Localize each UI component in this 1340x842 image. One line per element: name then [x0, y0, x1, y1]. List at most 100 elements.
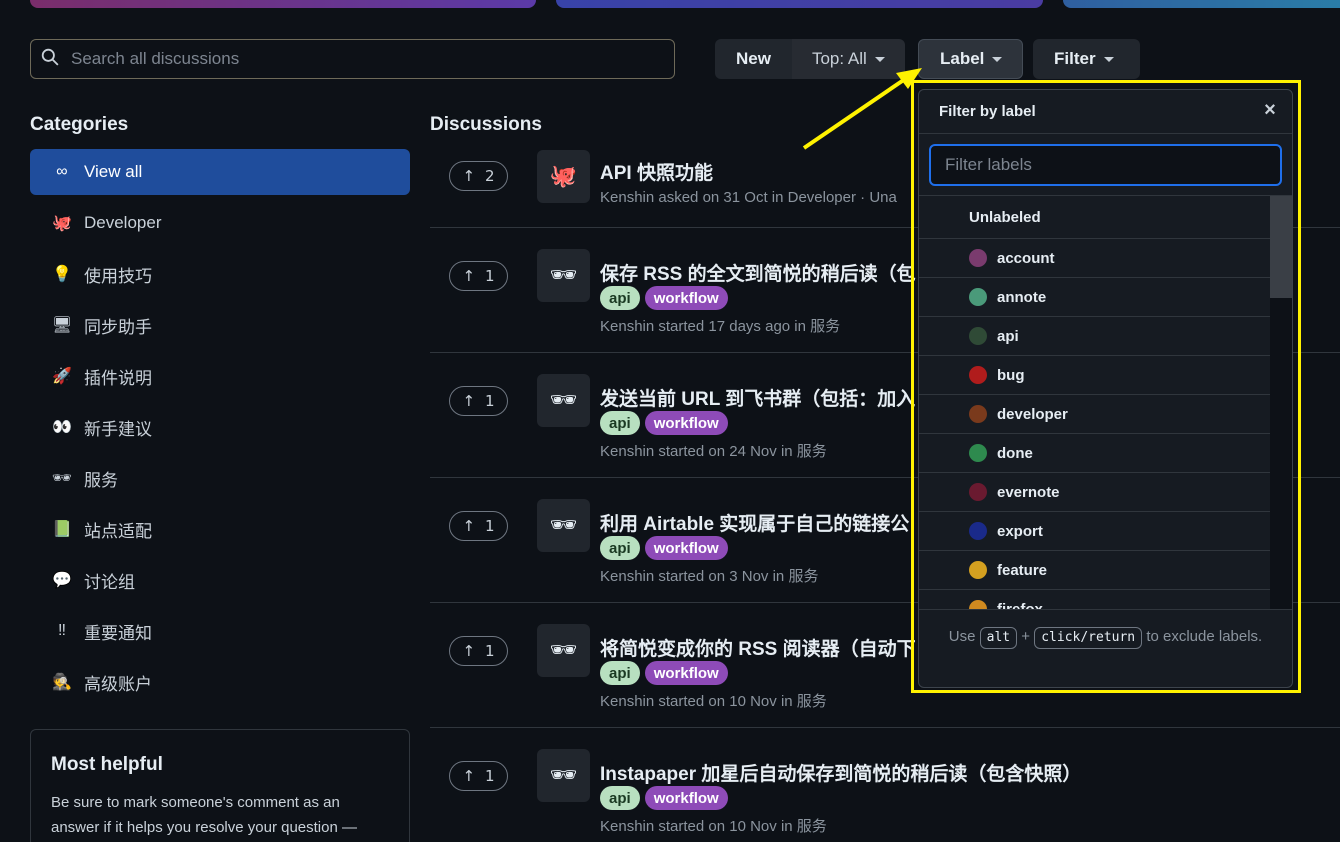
vote-count: 1	[485, 642, 495, 660]
upvote-button[interactable]: ↑ 1	[449, 386, 508, 416]
category-item[interactable]: 👀 新手建议	[30, 404, 410, 450]
speech-icon: 💬	[52, 572, 72, 589]
discussion-title[interactable]: 发送当前 URL 到飞书群（包括：加入	[600, 384, 915, 411]
label-item-unlabeled[interactable]: Unlabeled	[919, 196, 1271, 239]
vote-count: 2	[485, 167, 495, 185]
vote-count: 1	[485, 392, 495, 410]
banner-2[interactable]	[556, 0, 1043, 8]
arrow-up-icon: ↑	[462, 642, 476, 660]
category-item[interactable]: 🐙 Developer	[30, 200, 410, 246]
category-item[interactable]: 💡 使用技巧	[30, 251, 410, 297]
label-item-done[interactable]: done	[919, 434, 1271, 473]
upvote-button[interactable]: ↑ 1	[449, 511, 508, 541]
label-tag[interactable]: api	[600, 786, 640, 810]
label-item-label: feature	[997, 561, 1048, 579]
upvote-button[interactable]: ↑ 1	[449, 636, 508, 666]
label-item-export[interactable]: export	[919, 512, 1271, 551]
label-item-bug[interactable]: bug	[919, 356, 1271, 395]
label-color-dot	[969, 249, 987, 267]
close-icon[interactable]: ×	[1260, 100, 1280, 120]
label-item-firefox[interactable]: firefox	[919, 590, 1271, 610]
category-item[interactable]: 🕶 服务	[30, 455, 410, 501]
category-label: 站点适配	[84, 521, 152, 541]
upvote-button[interactable]: ↑ 2	[449, 161, 508, 191]
glasses-icon: 🕶	[549, 388, 578, 413]
arrow-up-icon: ↑	[462, 392, 476, 410]
banner-3[interactable]	[1063, 0, 1340, 8]
author-avatar[interactable]: 🕶	[537, 374, 590, 427]
search-box[interactable]	[30, 39, 675, 79]
label-tag[interactable]: api	[600, 661, 640, 685]
author-avatar[interactable]: 🐙	[537, 150, 590, 203]
label-list-scrollbar[interactable]	[1270, 196, 1292, 609]
label-tag[interactable]: workflow	[644, 536, 728, 560]
discussion-title[interactable]: 利用 Airtable 实现属于自己的链接公	[600, 509, 909, 536]
label-dropdown-button[interactable]: Label	[918, 39, 1023, 79]
label-tag[interactable]: workflow	[644, 786, 728, 810]
discussion-tags: api workflow	[600, 411, 728, 435]
label-item-developer[interactable]: developer	[919, 395, 1271, 434]
category-item[interactable]: ∞ View all	[30, 149, 410, 195]
label-tag[interactable]: workflow	[644, 661, 728, 685]
category-item[interactable]: 📗 站点适配	[30, 506, 410, 552]
book-icon: 📗	[52, 521, 72, 538]
category-item[interactable]: ‼ 重要通知	[30, 608, 410, 654]
category-item[interactable]: 💬 讨论组	[30, 557, 410, 603]
discussion-meta: Kenshin started on 10 Nov in 服务	[600, 818, 827, 835]
banner-1[interactable]	[30, 0, 536, 8]
label-color-dot	[969, 561, 987, 579]
author-avatar[interactable]: 🕶	[537, 624, 590, 677]
new-sort-button[interactable]: New	[715, 39, 792, 79]
eyes-icon: 👀	[52, 419, 72, 436]
label-item-label: done	[997, 444, 1033, 462]
label-color-dot	[969, 327, 987, 345]
discussion-title[interactable]: 将简悦变成你的 RSS 阅读器（自动下	[600, 634, 916, 661]
label-color-dot	[969, 366, 987, 384]
discussion-title[interactable]: Instapaper 加星后自动保存到简悦的稍后读（包含快照）	[600, 759, 1081, 786]
label-item-api[interactable]: api	[919, 317, 1271, 356]
label-item-account[interactable]: account	[919, 239, 1271, 278]
filter-by-label-popup: Filter by label × Unlabeled account annot…	[918, 89, 1293, 688]
footer-plus: +	[1021, 628, 1031, 645]
bulb-icon: 💡	[52, 266, 72, 283]
label-item-label: firefox	[997, 600, 1043, 610]
label-item-evernote[interactable]: evernote	[919, 473, 1271, 512]
filter-dropdown-label: Filter	[1054, 49, 1096, 68]
label-item-feature[interactable]: feature	[919, 551, 1271, 590]
glasses-icon: 🕶	[549, 638, 578, 663]
octocat-icon: 🐙	[52, 215, 72, 232]
discussion-title[interactable]: API 快照功能	[600, 158, 713, 185]
label-tag[interactable]: workflow	[644, 286, 728, 310]
label-tag[interactable]: api	[600, 286, 640, 310]
discussion-row[interactable]: ↑ 1 🕶 Instapaper 加星后自动保存到简悦的稍后读（包含快照） api wor…	[430, 728, 1340, 842]
category-item[interactable]: 🚀 插件说明	[30, 353, 410, 399]
author-avatar[interactable]: 🕶	[537, 499, 590, 552]
monitor-icon: 🖥	[51, 317, 73, 334]
upvote-button[interactable]: ↑ 1	[449, 261, 508, 291]
label-list: Unlabeled account annote api bug developer do…	[919, 196, 1292, 610]
discussion-tags: api workflow	[600, 286, 728, 310]
category-label: 新手建议	[84, 419, 152, 439]
label-tag[interactable]: api	[600, 536, 640, 560]
filter-labels-input[interactable]	[929, 144, 1282, 186]
discussion-meta: Kenshin started 17 days ago in 服务	[600, 318, 841, 335]
author-avatar[interactable]: 🕶	[537, 749, 590, 802]
discussion-tags: api workflow	[600, 661, 728, 685]
upvote-button[interactable]: ↑ 1	[449, 761, 508, 791]
glasses-icon: 🕶	[549, 513, 578, 538]
label-tag[interactable]: api	[600, 411, 640, 435]
new-sort-label: New	[736, 49, 771, 68]
category-item[interactable]: 🕵 高级账户	[30, 659, 410, 705]
filter-dropdown-button[interactable]: Filter	[1033, 39, 1140, 79]
category-item[interactable]: 🖥 同步助手	[30, 302, 410, 348]
discussion-title[interactable]: 保存 RSS 的全文到简悦的稍后读（包	[600, 259, 916, 286]
label-item-label: account	[997, 249, 1055, 267]
footer-rest: to exclude labels.	[1146, 628, 1263, 645]
label-item-annote[interactable]: annote	[919, 278, 1271, 317]
scrollbar-thumb[interactable]	[1270, 196, 1292, 298]
label-tag[interactable]: workflow	[644, 411, 728, 435]
octocat-icon: 🐙	[549, 164, 578, 189]
vote-count: 1	[485, 767, 495, 785]
search-input[interactable]	[71, 49, 651, 69]
author-avatar[interactable]: 🕶	[537, 249, 590, 302]
